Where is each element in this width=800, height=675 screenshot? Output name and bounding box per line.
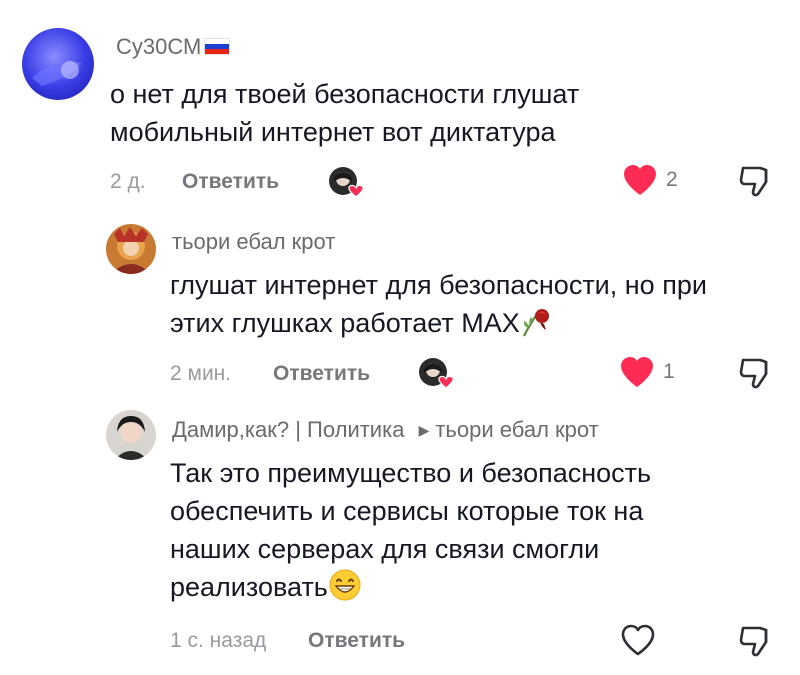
heart-filled-icon — [621, 357, 653, 387]
comment-item: Су30СМ о нет для твоей безопасности глуш… — [0, 0, 800, 210]
heart-outline-icon — [621, 624, 655, 656]
username[interactable]: Дамир,как? | Политика ▶ тьори ебал крот — [172, 417, 599, 443]
avatar[interactable] — [106, 410, 156, 460]
russia-flag-icon — [204, 38, 231, 55]
reply-button[interactable]: Ответить — [308, 629, 405, 653]
like-button[interactable]: 2 — [622, 164, 678, 196]
comment-timestamp: 2 д. — [110, 170, 146, 193]
comment-text: глушат интернет для безопасности, но при… — [170, 266, 707, 348]
like-button[interactable] — [620, 624, 656, 656]
username[interactable]: Су30СМ — [116, 34, 231, 60]
reply-to-username[interactable]: тьори ебал крот — [435, 417, 598, 442]
reply-button[interactable]: Ответить — [182, 170, 279, 194]
wilted-rose-emoji — [520, 306, 554, 348]
heart-filled-icon — [624, 165, 656, 195]
reply-item: Дамир,как? | Политика ▶ тьори ебал крот Т… — [0, 400, 800, 675]
reply-arrow-icon: ▶ — [418, 422, 430, 438]
grinning-face-emoji — [328, 568, 362, 612]
dislike-button[interactable] — [738, 624, 772, 663]
comment-timestamp: 2 мин. — [170, 362, 232, 385]
comment-text: о нет для твоей безопасности глушат моби… — [110, 79, 580, 147]
thumbs-down-icon — [739, 358, 768, 389]
reply-item: тьори ебал крот глушат интернет для безо… — [0, 210, 800, 400]
comment-text: Так это преимущество и безопасность обес… — [170, 454, 651, 612]
dislike-button[interactable] — [738, 356, 772, 395]
creator-liked-avatar[interactable] — [328, 166, 364, 198]
thumbs-down-icon — [739, 626, 768, 657]
reply-button[interactable]: Ответить — [273, 362, 370, 386]
creator-liked-avatar[interactable] — [418, 357, 454, 389]
like-button[interactable]: 1 — [619, 356, 675, 388]
like-count: 1 — [663, 360, 675, 383]
dislike-button[interactable] — [738, 164, 772, 203]
thumbs-down-icon — [739, 166, 768, 197]
avatar[interactable] — [22, 28, 94, 100]
avatar[interactable] — [106, 224, 156, 274]
username[interactable]: тьори ебал крот — [172, 229, 335, 255]
like-count: 2 — [666, 168, 678, 191]
comment-timestamp: 1 с. назад — [170, 629, 267, 652]
